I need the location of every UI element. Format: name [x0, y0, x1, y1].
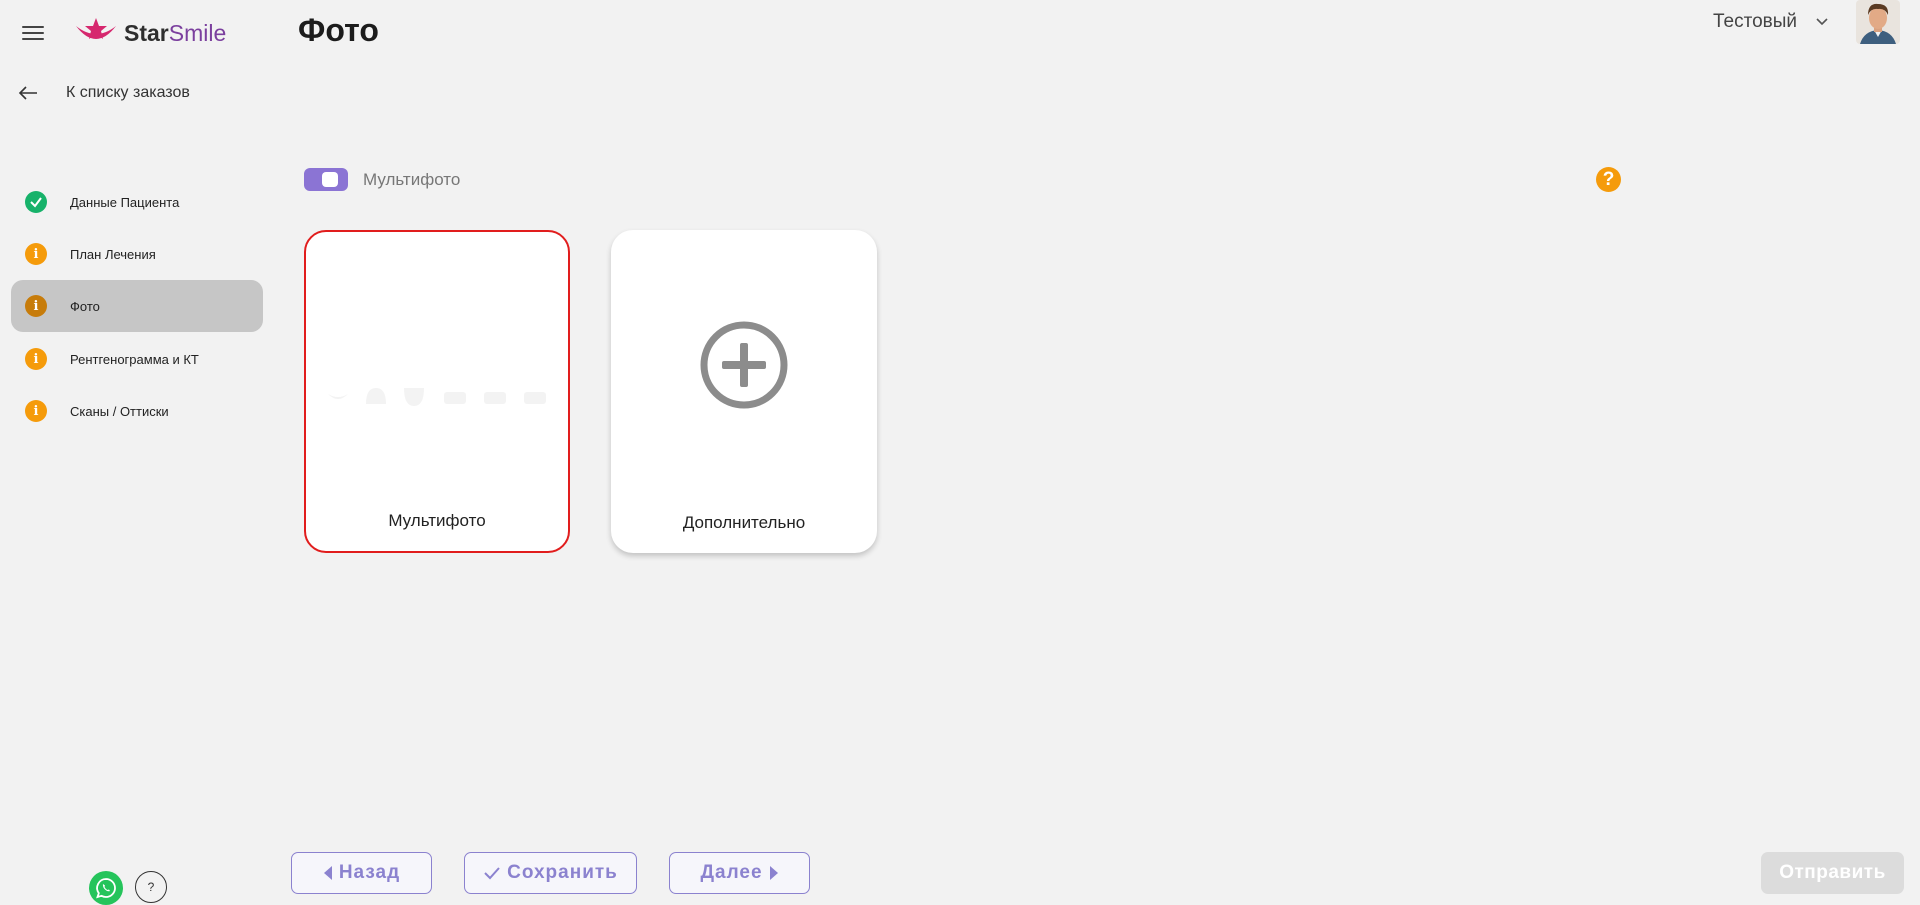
back-button-label: Назад	[338, 862, 401, 883]
sidebar-item-label: Сканы / Оттиски	[70, 403, 169, 419]
menu-icon[interactable]	[22, 22, 44, 44]
avatar[interactable]	[1856, 0, 1900, 44]
page-title: Фото	[298, 12, 379, 48]
next-button-label: Далее	[700, 862, 763, 883]
toggle-knob	[322, 172, 338, 187]
sidebar-item-xray[interactable]: i Рентгенограмма и КТ	[11, 333, 263, 385]
sidebar-item-label: План Лечения	[70, 246, 156, 262]
additional-photo-card[interactable]: Дополнительно	[611, 230, 877, 553]
logo-text-star: Star	[124, 19, 169, 46]
arrow-left-icon	[18, 86, 37, 100]
sidebar-item-treatment-plan[interactable]: i План Лечения	[11, 228, 263, 280]
star-smile-logo-icon	[76, 18, 116, 39]
logo[interactable]: StarSmile	[74, 16, 226, 50]
chevron-down-icon[interactable]	[1812, 12, 1832, 32]
card-label: Мультифото	[388, 511, 486, 530]
next-button[interactable]: Далее	[669, 852, 810, 894]
plus-circle-icon[interactable]	[698, 319, 790, 411]
info-icon: i	[25, 243, 47, 265]
sidebar-item-scans[interactable]: i Сканы / Оттиски	[11, 385, 263, 437]
send-button[interactable]: Отправить	[1761, 852, 1904, 894]
multiphoto-card[interactable]: Мультифото	[304, 230, 570, 553]
whatsapp-icon[interactable]	[89, 871, 123, 905]
card-label: Дополнительно	[682, 513, 806, 532]
info-icon: i	[25, 295, 47, 317]
help-icon[interactable]: ?	[1596, 167, 1621, 192]
save-button[interactable]: Сохранить	[464, 852, 637, 894]
multiphoto-toggle[interactable]	[304, 168, 348, 191]
check-icon	[484, 867, 500, 880]
info-icon: i	[25, 348, 47, 370]
back-to-orders-link[interactable]: К списку заказов	[18, 84, 190, 102]
sidebar-item-label: Рентгенограмма и КТ	[70, 351, 199, 367]
sidebar-item-label: Данные Пациента	[70, 194, 180, 210]
sidebar-item-photo[interactable]: i Фото	[11, 280, 263, 332]
tooth-photos-placeholder-icon	[328, 388, 546, 406]
back-button[interactable]: Назад	[291, 852, 432, 894]
multiphoto-toggle-label: Мультифото	[363, 170, 461, 189]
logo-text-smile: Smile	[168, 19, 227, 46]
info-icon: i	[25, 400, 47, 422]
caret-left-icon	[323, 866, 332, 880]
user-name[interactable]: Тестовый	[1713, 11, 1797, 33]
sidebar-item-patient-data[interactable]: Данные Пациента	[11, 176, 263, 228]
support-help-button[interactable]: ?	[135, 871, 167, 903]
check-circle-icon	[25, 191, 47, 213]
save-button-label: Сохранить	[507, 862, 618, 883]
back-link-label: К списку заказов	[66, 84, 190, 101]
sidebar-item-label: Фото	[70, 298, 100, 314]
caret-right-icon	[769, 866, 778, 880]
